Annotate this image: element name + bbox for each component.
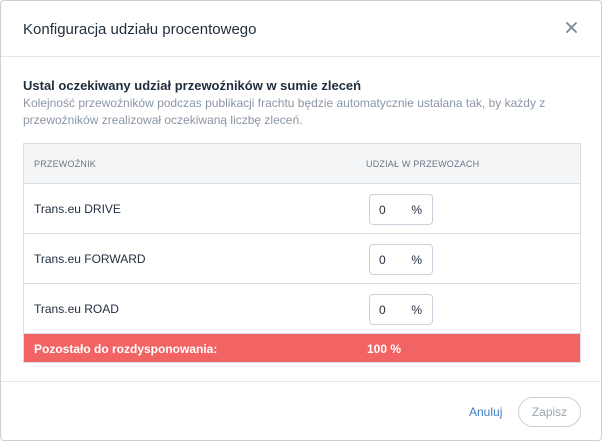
remaining-label: Pozostało do rozdysponowania: [34,342,218,356]
carrier-share-table: PRZEWOŹNIK UDZIAŁ W PRZEWOZACH Trans.eu … [23,143,581,363]
share-field[interactable] [379,253,405,267]
carrier-name: Trans.eu FORWARD [34,252,146,266]
percent-unit: % [411,253,422,267]
share-input-road[interactable]: % [369,294,433,325]
table-header: PRZEWOŹNIK UDZIAŁ W PRZEWOZACH [24,144,580,184]
dialog-footer: Anuluj Zapisz [1,381,601,440]
section-description: Kolejność przewoźników podczas publikacj… [23,96,546,127]
remaining-summary: Pozostało do rozdysponowania: 100 % [24,334,580,362]
dialog-body: Ustal oczekiwany udział przewoźników w s… [1,57,601,381]
percentage-share-dialog: Konfiguracja udziału procentowego Ustal … [0,0,602,441]
dialog-header: Konfiguracja udziału procentowego [1,1,601,57]
percent-unit: % [411,203,422,217]
table-row: Trans.eu FORWARD % [24,234,580,284]
carrier-name: Trans.eu ROAD [34,302,119,316]
column-header-share: UDZIAŁ W PRZEWOZACH [366,159,480,169]
column-header-carrier: PRZEWOŹNIK [34,159,96,169]
close-button[interactable] [561,17,581,37]
carrier-name: Trans.eu DRIVE [34,202,121,216]
share-input-drive[interactable]: % [369,194,433,225]
table-row: Trans.eu ROAD % [24,284,580,334]
share-field[interactable] [379,203,405,217]
dialog-title: Konfiguracja udziału procentowego [23,21,257,38]
table-row: Trans.eu DRIVE % [24,184,580,234]
remaining-value: 100 % [367,342,402,356]
cancel-button[interactable]: Anuluj [469,405,502,419]
close-icon [565,21,577,33]
save-button[interactable]: Zapisz [518,397,581,427]
share-input-forward[interactable]: % [369,244,433,275]
percent-unit: % [411,303,422,317]
share-field[interactable] [379,303,405,317]
section-heading: Ustal oczekiwany udział przewoźników w s… [23,78,362,93]
